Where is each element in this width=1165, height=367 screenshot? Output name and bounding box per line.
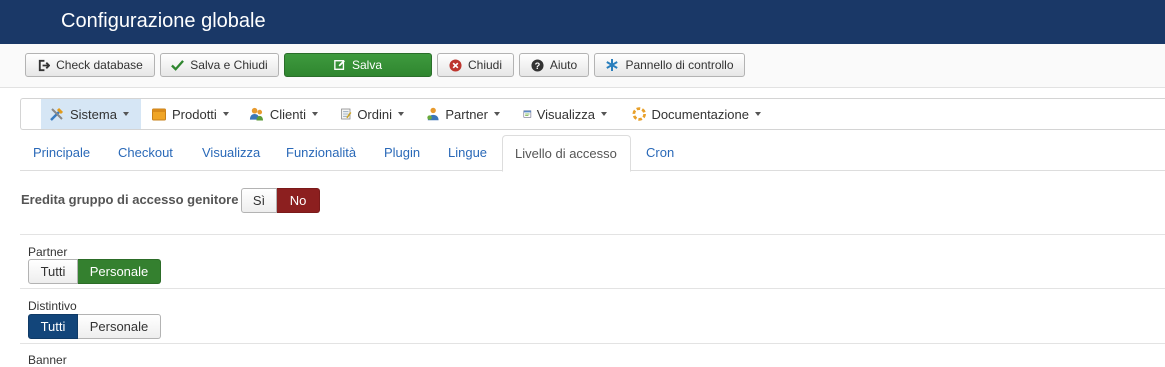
check-database-button[interactable]: Check database	[25, 53, 155, 77]
inherit-yes-toggle[interactable]: Sì	[241, 188, 277, 213]
tools-icon	[50, 107, 64, 121]
banner-label: Banner	[28, 353, 67, 367]
menu-label-partner: Partner	[445, 106, 488, 122]
menu-label-sistema: Sistema	[70, 106, 117, 122]
save-button[interactable]: Salva	[284, 53, 432, 77]
close-icon	[449, 58, 462, 72]
partner-label: Partner	[28, 245, 68, 259]
inherit-access-label: Eredita gruppo di accesso genitore	[21, 192, 239, 207]
help-icon	[632, 107, 646, 121]
caret-down-icon	[222, 112, 229, 116]
save-label: Salva	[351, 58, 383, 72]
caret-down-icon	[494, 112, 500, 116]
partner-icon	[427, 107, 439, 121]
menu-item-documentazione[interactable]: Documentazione	[624, 99, 769, 129]
divider	[20, 343, 1165, 344]
menu-item-clienti[interactable]: Clienti	[241, 99, 326, 129]
page-title: Configurazione globale	[61, 10, 266, 32]
tab-principale[interactable]: Principale	[21, 135, 102, 171]
menu-label-prodotti: Prodotti	[172, 106, 217, 122]
tab-plugin[interactable]: Plugin	[372, 135, 432, 171]
close-label: Chiudi	[467, 58, 503, 72]
caret-down-icon	[312, 112, 318, 116]
svg-text:?: ?	[534, 60, 540, 70]
config-tabs: Principale Checkout Visualizza Funzional…	[20, 135, 1165, 172]
partner-all-toggle[interactable]: Tutti	[28, 259, 78, 284]
asterisk-icon	[606, 59, 619, 71]
tab-lingue[interactable]: Lingue	[436, 135, 499, 171]
tab-livello-di-accesso[interactable]: Livello di accesso	[502, 135, 631, 172]
sign-in-icon	[38, 59, 51, 71]
badge-all-toggle[interactable]: Tutti	[28, 314, 78, 339]
app-header: Configurazione globale	[0, 0, 1165, 44]
control-panel-label: Pannello di controllo	[625, 58, 734, 72]
tab-checkout[interactable]: Checkout	[106, 135, 185, 171]
menu-label-documentazione: Documentazione	[651, 106, 749, 122]
caret-down-icon	[601, 112, 607, 116]
display-icon	[523, 110, 532, 118]
caret-down-icon	[122, 112, 129, 116]
control-panel-button[interactable]: Pannello di controllo	[594, 53, 745, 77]
caret-down-icon	[398, 112, 404, 116]
menu-item-visualizza[interactable]: Visualizza	[515, 99, 615, 129]
help-button[interactable]: ? Aiuto	[519, 53, 589, 77]
check-database-label: Check database	[56, 58, 143, 72]
question-icon: ?	[531, 58, 544, 72]
menu-item-partner[interactable]: Partner	[418, 99, 508, 129]
menu-label-visualizza: Visualizza	[536, 106, 595, 122]
edit-icon	[334, 60, 345, 70]
badge-label: Distintivo	[28, 299, 77, 313]
save-close-label: Salva e Chiudi	[190, 58, 268, 72]
badge-personal-toggle[interactable]: Personale	[78, 314, 161, 339]
tab-cron[interactable]: Cron	[634, 135, 686, 171]
caret-down-icon	[755, 112, 761, 116]
orders-icon	[341, 108, 352, 120]
tab-funzionalita[interactable]: Funzionalità	[274, 135, 368, 171]
toolbar: Check database Salva e Chiudi Salva Chiu…	[0, 44, 1165, 88]
users-icon	[249, 107, 264, 121]
tab-visualizza[interactable]: Visualizza	[190, 135, 272, 171]
inherit-no-toggle[interactable]: No	[277, 188, 320, 213]
menu-label-clienti: Clienti	[269, 106, 306, 122]
main-menu: Sistema Prodotti Clienti Ordini Partner …	[20, 98, 1165, 130]
save-close-button[interactable]: Salva e Chiudi	[160, 53, 279, 77]
menu-item-ordini[interactable]: Ordini	[332, 99, 412, 129]
check-icon	[171, 59, 185, 71]
menu-item-prodotti[interactable]: Prodotti	[143, 99, 238, 129]
close-button[interactable]: Chiudi	[437, 53, 514, 77]
menu-label-ordini: Ordini	[357, 106, 392, 122]
menu-item-sistema[interactable]: Sistema	[41, 99, 141, 129]
divider	[20, 288, 1165, 289]
divider	[20, 234, 1165, 235]
partner-personal-toggle[interactable]: Personale	[78, 259, 161, 284]
box-icon	[152, 108, 166, 121]
help-label: Aiuto	[549, 58, 578, 72]
